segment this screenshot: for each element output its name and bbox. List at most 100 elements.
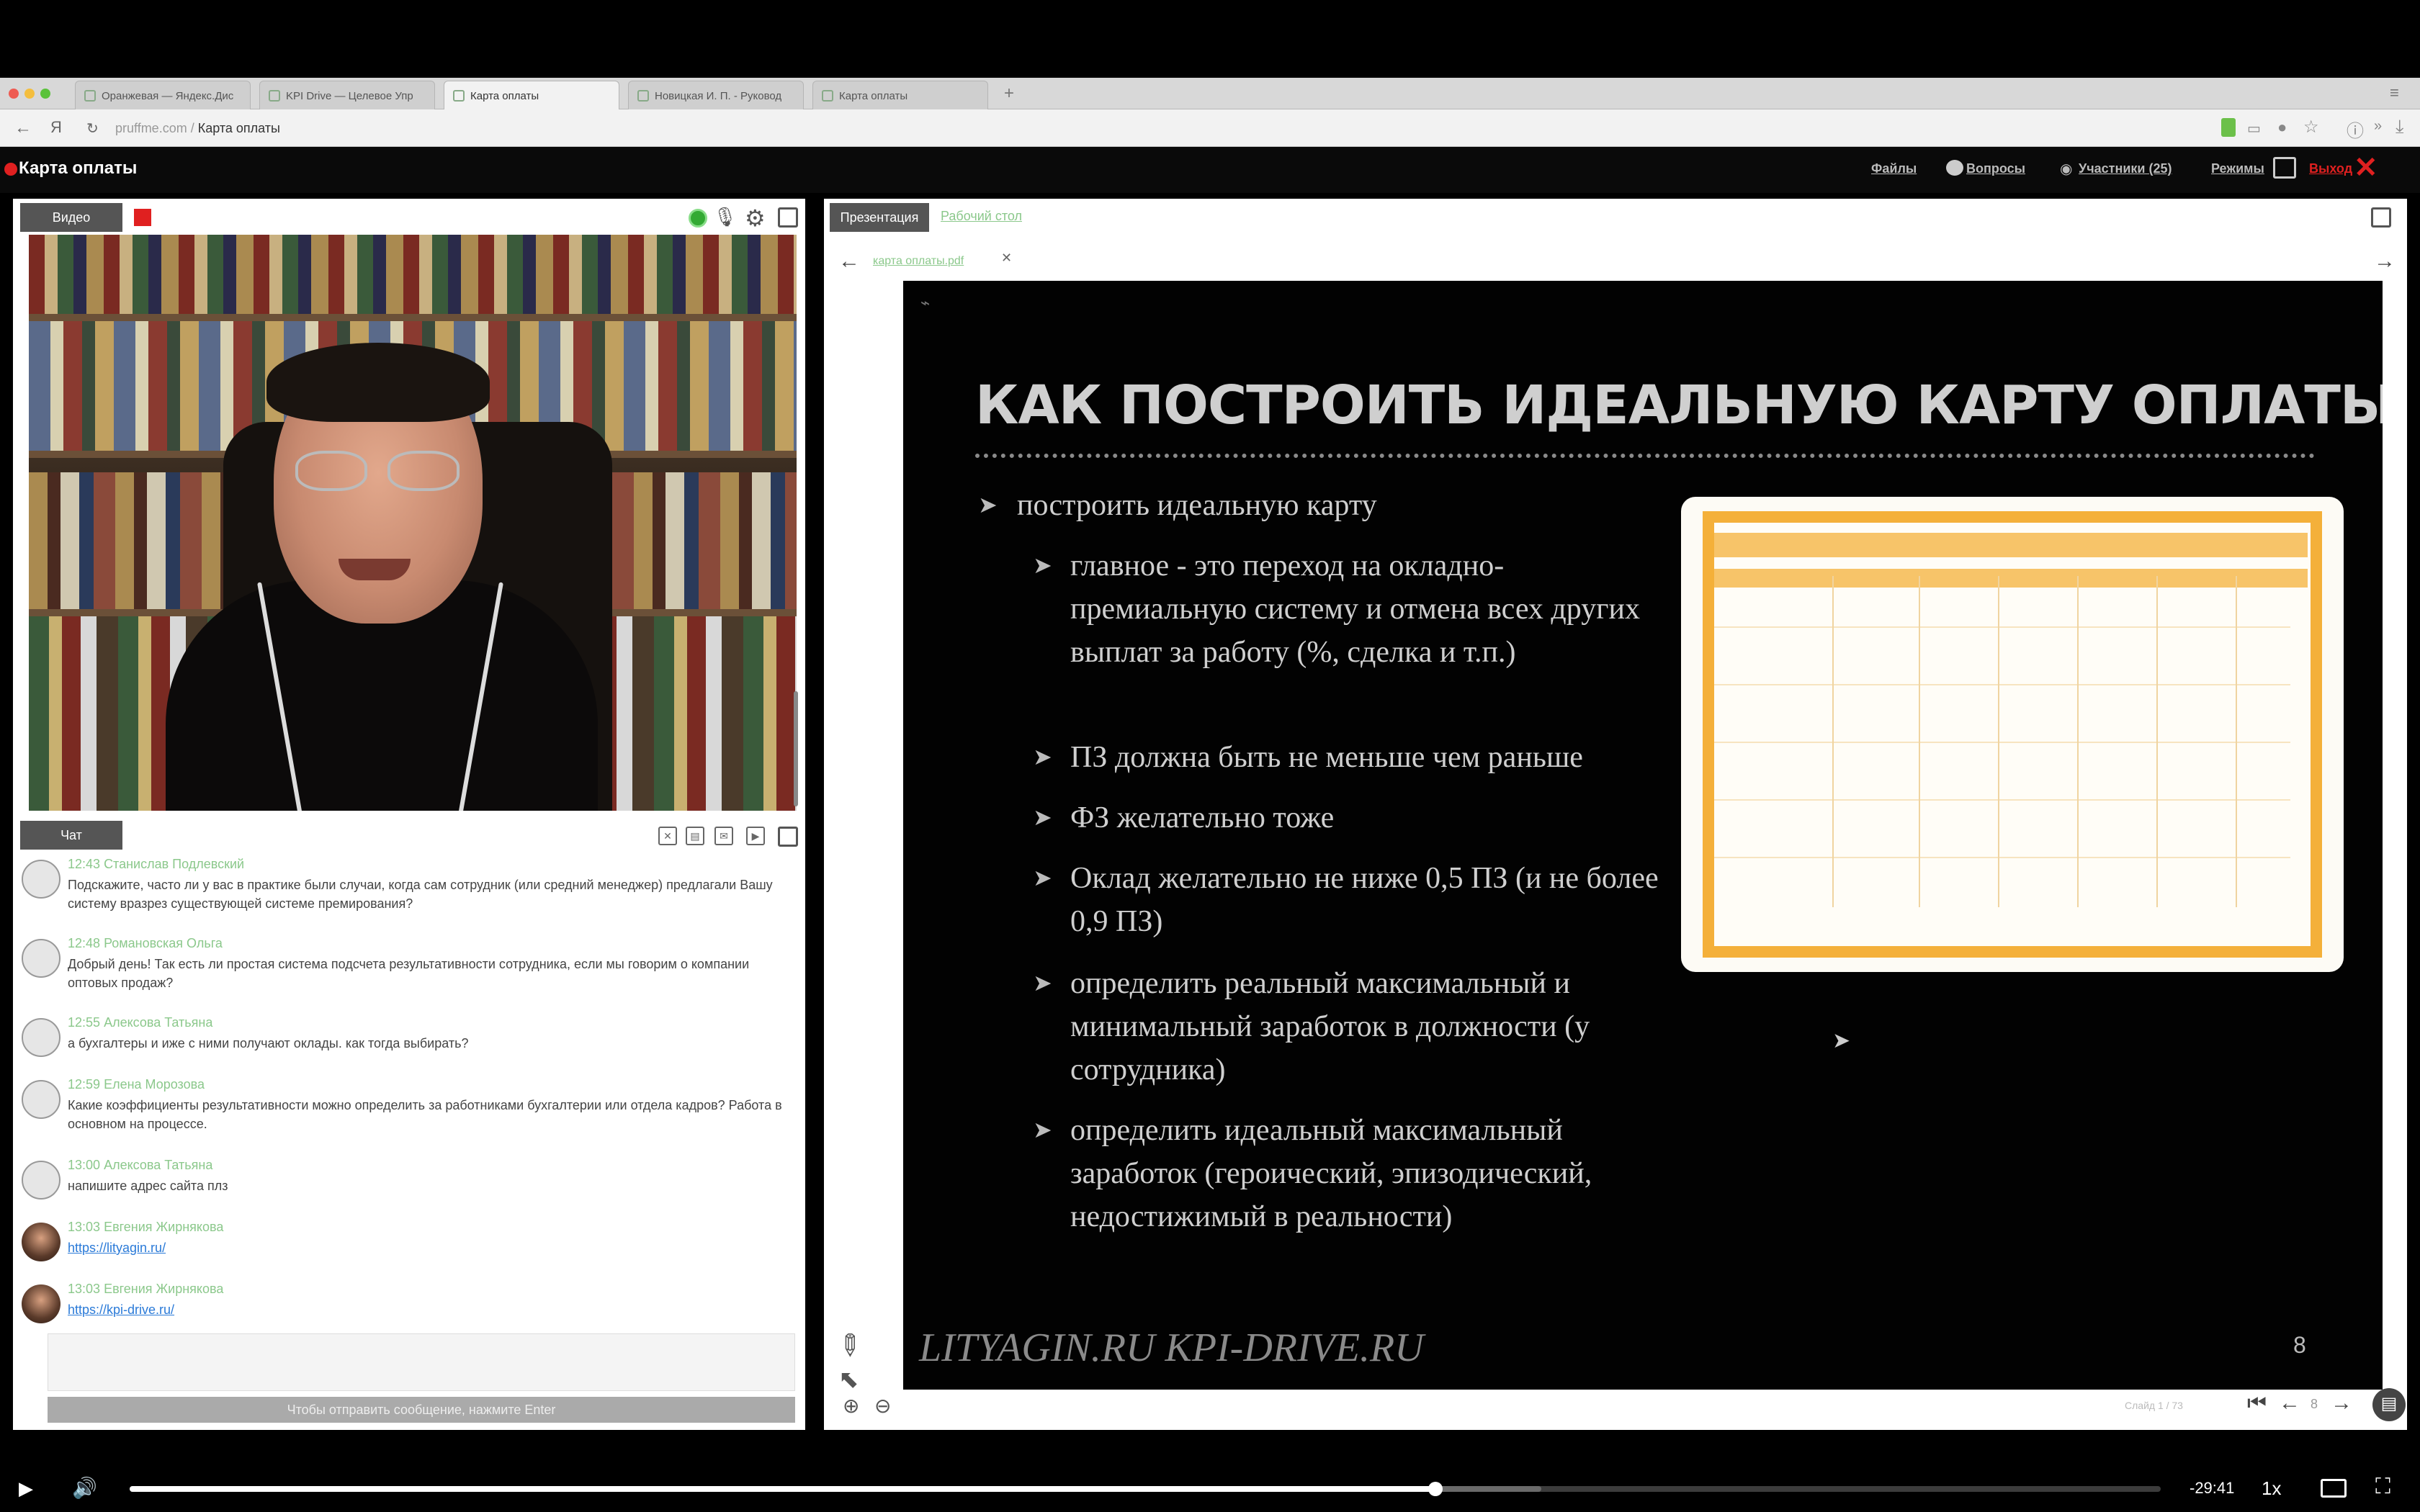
minimize-window-icon[interactable] [24,89,35,99]
info-icon[interactable]: ⓘ [2347,117,2364,142]
forward-arrow-icon[interactable]: → [2374,249,2396,274]
slide-sub-bullet: Оклад желательно не ниже 0,5 ПЗ (и не бо… [1070,862,1659,938]
previous-slide-icon[interactable]: ← [2279,1391,2300,1416]
payment-card-thumbnail [1681,497,2344,972]
eraser-icon[interactable]: ⌁ [920,294,930,312]
chat-input[interactable] [48,1333,795,1391]
gear-icon[interactable]: ⚙ [745,204,766,232]
tab-label: KPI Drive — Целевое Упр [286,90,413,102]
bullet-arrow-icon: ➤ [1033,552,1052,578]
layout-icon[interactable] [2273,157,2296,179]
chat-tab[interactable]: Чат [20,821,122,850]
microphone-icon[interactable]: 🎙 [713,206,737,228]
slide-sub-bullet: главное - это переход на окладно-премиал… [1070,549,1640,669]
volume-icon[interactable]: 🔊 [72,1476,97,1500]
playback-speed-button[interactable]: 1x [2262,1477,2281,1500]
yandex-icon[interactable]: Я [50,118,62,137]
record-stop-icon[interactable] [134,209,151,226]
message-link[interactable]: https://lityagin.ru/ [68,1238,788,1257]
close-window-icon[interactable] [9,89,19,99]
bullet-arrow-icon: ➤ [1033,744,1052,770]
zoom-out-icon[interactable]: ⊖ [874,1394,891,1418]
presenter-mouth [339,559,411,580]
back-arrow-icon[interactable]: ← [838,249,860,274]
play-icon[interactable]: ▶ [19,1477,33,1500]
video-scrollbar[interactable] [794,691,798,806]
browser-tab-active[interactable]: Карта оплаты [444,81,619,109]
progress-played [130,1486,1436,1492]
fullscreen-exit-icon[interactable]: ⛶ [2375,1475,2390,1499]
bullet-arrow-icon: ➤ [1033,804,1052,830]
clear-chat-icon[interactable]: ✕ [658,827,677,845]
progress-handle[interactable] [1428,1482,1443,1496]
save-chat-icon[interactable]: ▤ [686,827,704,845]
avatar [22,1080,60,1119]
download-icon[interactable]: ⤓ [2396,115,2404,138]
close-icon[interactable]: ✕ [2354,151,2378,184]
reader-icon[interactable]: ▭ [2247,120,2261,138]
message-text: напишите адрес сайта плз [68,1179,228,1193]
message-text: Подскажите, часто ли у вас в практике бы… [68,878,773,911]
first-slide-icon[interactable]: ⏮ [2247,1391,2267,1416]
message-text: Какие коэффициенты результативности можн… [68,1098,782,1131]
back-arrow-icon[interactable]: ← [14,118,32,138]
questions-link[interactable]: Вопросы [1966,161,2025,176]
expand-icon[interactable] [778,827,798,847]
avatar [22,1018,60,1057]
expand-icon[interactable] [2371,207,2391,228]
pointer-icon[interactable]: ⬉ [838,1365,859,1394]
close-file-icon[interactable]: ✕ [1001,251,1012,266]
tab-favicon-icon [269,90,280,102]
location-icon[interactable]: ● [2277,118,2287,137]
send-hint-button[interactable]: Чтобы отправить сообщение, нажмите Enter [48,1397,795,1423]
mail-icon[interactable]: ✉ [714,827,733,845]
presentation-slide: ⌁ КАК ПОСТРОИТЬ ИДЕАЛЬНУЮ КАРТУ ОПЛАТЫ ➤… [903,281,2383,1390]
file-tab[interactable]: карта оплаты.pdf [873,255,964,268]
picture-in-picture-icon[interactable] [2321,1479,2347,1498]
menu-icon[interactable]: ≡ [2390,84,2399,102]
video-feed [29,235,797,811]
bullet-arrow-icon: ➤ [1033,1117,1052,1143]
payment-card-gridline [1714,742,2290,743]
video-tab[interactable]: Видео [20,203,122,232]
slide-bullet: построить идеальную карту [1017,489,1377,522]
tab-favicon-icon [84,90,96,102]
message-time: 13:00 [68,1158,101,1172]
slide-sub-bullet: ПЗ должна быть не меньше чем раньше [1070,741,1583,774]
exit-link[interactable]: Выход [2309,161,2352,176]
desktop-tab[interactable]: Рабочий стол [941,209,1022,224]
app-header: Карта оплаты Файлы Вопросы ◉ Участники (… [0,147,2420,193]
expand-icon[interactable] [778,207,798,228]
payment-card-gridline [1714,799,2290,801]
payment-card-gridline [1832,576,1834,907]
tab-favicon-icon [453,90,465,102]
message-time: 12:59 [68,1077,101,1092]
participants-link[interactable]: Участники (25) [2079,161,2172,176]
message-link[interactable]: https://kpi-drive.ru/ [68,1300,788,1319]
more-icon[interactable]: » [2374,118,2382,135]
lock-icon[interactable] [2221,118,2236,137]
star-icon[interactable]: ☆ [2303,117,2319,138]
presenter [166,343,598,811]
new-tab-button[interactable]: + [1004,84,1014,104]
slide-sub-bullet: определить идеальный максимальный зарабо… [1070,1114,1592,1233]
slide-page-number[interactable]: 8 [2311,1397,2318,1412]
captions-icon[interactable]: ▤ [2372,1388,2406,1421]
files-link[interactable]: Файлы [1871,161,1917,176]
zoom-in-icon[interactable]: ⊕ [843,1394,859,1418]
play-icon[interactable]: ▶ [746,827,765,845]
message-time: 13:03 [68,1282,101,1296]
url-field[interactable]: pruffme.com / Карта оплаты [115,121,280,136]
video-player-controls: ▶ 🔊 -29:41 1x ⛶ [0,1464,2420,1512]
browser-tab[interactable]: KPI Drive — Целевое Упр [259,81,435,109]
glasses-icon [295,451,367,491]
reload-icon[interactable]: ↻ [86,120,99,138]
maximize-window-icon[interactable] [40,89,50,99]
recording-dot-icon [4,163,17,176]
next-slide-icon[interactable]: → [2331,1391,2352,1416]
browser-tab[interactable]: Карта оплаты [812,81,988,109]
modes-link[interactable]: Режимы [2211,161,2264,176]
presentation-tab[interactable]: Презентация [830,203,929,232]
browser-tab[interactable]: Оранжевая — Яндекс.Дис [75,81,251,109]
browser-tab[interactable]: Новицкая И. П. - Руковод [628,81,804,109]
